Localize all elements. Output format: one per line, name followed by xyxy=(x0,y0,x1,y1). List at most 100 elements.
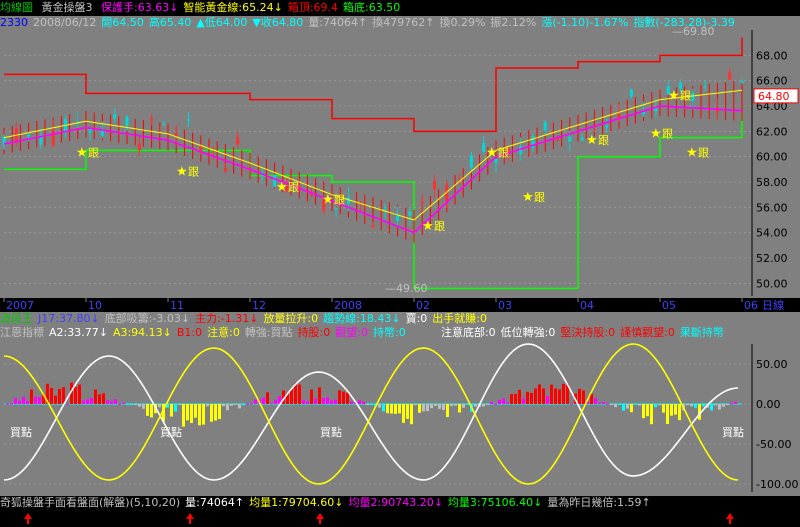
osc-hist-bar xyxy=(526,391,529,404)
follow-star-icon: ★ xyxy=(686,146,698,161)
osc-line-a2 xyxy=(3,343,739,481)
wave-indicator-items: 波段王 J17:37.80↓ 底部吸籌:-3.03↓ 主力:-1.31↓ 放量拉升:0 趨… xyxy=(0,312,492,325)
osc-hist-bar xyxy=(534,388,537,404)
price-tick-label: 56.00 xyxy=(756,201,788,214)
follow-label: 跟 xyxy=(698,147,709,160)
osc-hist-bar xyxy=(146,404,149,416)
buy-point-label: 買點 xyxy=(10,426,32,439)
follow-signal: ★跟 xyxy=(76,146,99,161)
follow-signal: ★跟 xyxy=(422,219,445,234)
osc-hist-bar xyxy=(630,404,633,413)
volume-item-3: 均量2:90743.20↓ xyxy=(348,496,443,509)
volume-item-1: 量:74064↑ xyxy=(185,496,245,509)
osc-hist-bar xyxy=(578,388,581,404)
gann-item-8: 持幣:0 xyxy=(373,326,406,339)
follow-signal: ★跟 xyxy=(650,127,673,142)
buy-point-label: 買點 xyxy=(160,426,182,439)
price-tick-label: 62.00 xyxy=(756,125,788,138)
follow-star-icon: ★ xyxy=(668,89,680,104)
osc-hist-bar xyxy=(730,403,733,405)
follow-signal: ★跟 xyxy=(586,133,609,148)
candle-body xyxy=(27,134,31,137)
candle-body xyxy=(629,89,633,97)
osc-hist-bar xyxy=(654,404,657,408)
price-tick-label: 66.00 xyxy=(756,75,788,88)
osc-hist-bar xyxy=(378,404,381,408)
follow-signal: ★跟 xyxy=(522,190,545,205)
date-axis-labels: 2007 10 11 12 2008 02 03 04 05 06 日線 xyxy=(3,298,784,312)
price-tick-label: 50.00 xyxy=(756,277,788,290)
osc-hist-bar xyxy=(666,404,669,425)
price-chart[interactable]: 68.0066.0064.0062.0060.0058.0056.0054.00… xyxy=(0,0,800,300)
gann-indicator-items: 江恩指標 A2:33.77↓ A3:94.13↓ B1:0 注意:0 轉強:買點 持股:0 觀… xyxy=(0,326,729,339)
date-label: 2008 xyxy=(334,299,362,312)
osc-hist-bar xyxy=(514,393,517,404)
candle-body xyxy=(334,208,338,210)
wave-item-5: 趨勢線:18.43↓ xyxy=(323,312,401,325)
osc-hist-bar xyxy=(714,404,717,406)
candle-body xyxy=(543,121,547,131)
osc-hist-bar xyxy=(274,399,277,404)
osc-hist-bar xyxy=(678,404,681,421)
osc-hist-bar xyxy=(122,402,125,404)
price-tick-label: 68.00 xyxy=(756,49,788,62)
osc-hist-bar xyxy=(614,404,617,408)
follow-star-icon: ★ xyxy=(322,193,334,208)
osc-hist-bar xyxy=(86,399,89,404)
osc-hist-bar xyxy=(38,397,41,404)
gann-item-5: 轉強:買點 xyxy=(244,326,293,339)
osc-hist-bar xyxy=(670,404,673,416)
follow-label: 跟 xyxy=(288,181,299,194)
candle-body xyxy=(174,133,178,136)
osc-hist-bar xyxy=(270,403,273,405)
osc-hist-bar xyxy=(542,388,545,404)
candle-body xyxy=(420,201,424,203)
osc-hist-bar xyxy=(446,404,449,417)
osc-hist-bar xyxy=(442,404,445,411)
osc-hist-bar xyxy=(394,404,397,414)
osc-hist-bar xyxy=(182,404,185,427)
osc-hist-bar xyxy=(134,404,137,405)
osc-hist-bar xyxy=(54,395,57,404)
osc-hist-bar xyxy=(626,404,629,409)
gann-item-12: 堅決持股:0 xyxy=(560,326,616,339)
osc-hist-bar xyxy=(318,387,321,404)
osc-hist-bar xyxy=(414,404,417,406)
osc-hist-bar xyxy=(250,403,253,405)
follow-signal: ★跟 xyxy=(686,146,709,161)
osc-hist-bar xyxy=(202,404,205,425)
volume-indicator-bar: 奇狐操盤手面看盤面(解盤)(5,10,20) 量:74064↑ 均量1:79704.… xyxy=(0,496,800,510)
date-label: 03 xyxy=(498,299,512,312)
osc-hist-bar xyxy=(482,404,485,407)
wave-item-7: 出手就賺:0 xyxy=(432,312,488,325)
gann-item-9: A1:0 xyxy=(410,326,436,339)
osc-hist-bar xyxy=(594,398,597,404)
candle-body xyxy=(150,118,154,121)
oscillator-chart[interactable]: 50.00 0.00 -50.00 -100.00 買點 買點 買點 買點 xyxy=(0,340,800,496)
osc-hist-bar xyxy=(582,390,585,404)
date-label: 06 xyxy=(744,299,758,312)
gann-item-11: 低位轉強:0 xyxy=(500,326,556,339)
osc-hist-bar xyxy=(674,404,677,415)
osc-hist-bar xyxy=(502,398,505,404)
follow-signal: ★跟 xyxy=(176,165,199,180)
osc-hist-bar xyxy=(402,404,405,423)
osc-hist-bar xyxy=(458,404,461,413)
osc-hist-bar xyxy=(638,404,641,406)
gann-item-0: 江恩指標 xyxy=(0,326,44,339)
volume-indicator-items: 奇狐操盤手面看盤面(解盤)(5,10,20) 量:74064↑ 均量1:79704.… xyxy=(0,496,656,509)
osc-hist-bar xyxy=(330,400,333,404)
candle-body xyxy=(469,155,473,168)
osc-hist-bar xyxy=(506,402,509,404)
volume-item-0: 奇狐操盤手面看盤面(解盤)(5,10,20) xyxy=(0,496,181,509)
candle-body xyxy=(642,111,646,115)
follow-star-icon: ★ xyxy=(176,165,188,180)
osc-hist-bar xyxy=(662,404,665,413)
osc-hist-bar xyxy=(450,404,453,407)
follow-label: 跟 xyxy=(534,191,545,204)
osc-hist-bar xyxy=(114,399,117,404)
osc-hist-bar xyxy=(58,388,61,404)
osc-hist-bar xyxy=(726,404,729,405)
osc-hist-bar xyxy=(6,403,9,405)
wave-indicator-bar: 波段王 J17:37.80↓ 底部吸籌:-3.03↓ 主力:-1.31↓ 放量拉升:0 趨… xyxy=(0,312,800,326)
